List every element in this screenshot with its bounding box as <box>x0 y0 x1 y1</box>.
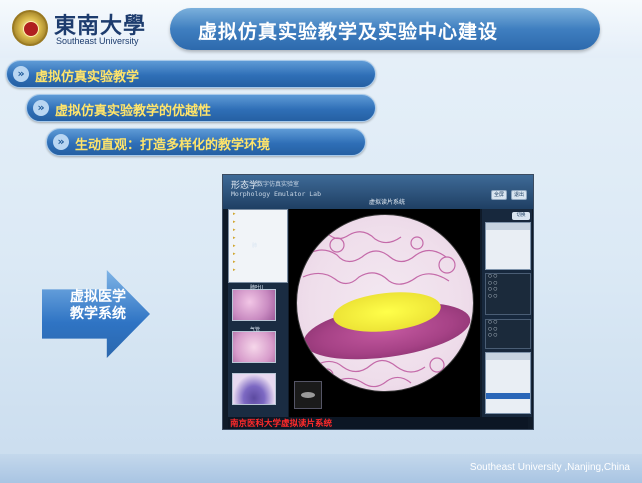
thumbnail-list <box>232 289 282 415</box>
chevron-right-icon: » <box>53 134 69 150</box>
tree-item[interactable] <box>229 250 287 258</box>
structure-list-box[interactable] <box>485 352 531 414</box>
list-item[interactable] <box>486 399 530 406</box>
control-row[interactable] <box>486 250 530 257</box>
university-logo-en: Southeast University <box>56 36 139 46</box>
app-window-title: 虚拟读片系统 <box>369 199 406 206</box>
radio-row[interactable]: ○ ○ <box>486 294 530 301</box>
tree-item[interactable] <box>229 226 287 234</box>
app-header: 形态学 数字仿真实验室 Morphology Emulator Lab 虚拟读片… <box>223 175 533 209</box>
microscope-field[interactable] <box>296 214 474 392</box>
radio-row[interactable]: ○ ○ <box>486 333 530 340</box>
footer-bar: Southeast University ,Nanjing,China <box>0 454 642 483</box>
tree-item[interactable] <box>229 210 287 218</box>
tree-item[interactable] <box>229 242 287 250</box>
mode-control-box[interactable]: ○ ○ ○ ○ ○ ○ ○ ○ <box>485 273 531 315</box>
nav-pill-level-3[interactable]: » 生动直观：打造多样化的教学环境 <box>46 128 366 156</box>
system-arrow-callout: 虚拟医学教学系统 <box>42 270 150 358</box>
tree-item[interactable] <box>229 266 287 274</box>
nav-pill-level-1[interactable]: » 虚拟仿真实验教学 <box>6 60 376 88</box>
app-logo-sub: 数字仿真实验室 <box>257 181 300 188</box>
microscope-viewer[interactable] <box>289 209 480 417</box>
chevron-right-icon: » <box>33 100 49 116</box>
header-bar: 東南大學 Southeast University 虚拟仿真实验教学及实验中心建… <box>0 0 642 58</box>
university-emblem-icon <box>12 10 48 46</box>
box-title <box>486 223 530 230</box>
nav-label: 虚拟仿真实验教学 <box>35 70 140 85</box>
tree-item[interactable] <box>229 258 287 266</box>
arrow-callout-text: 虚拟医学教学系统 <box>70 289 126 322</box>
nav-label: 生动直观：打造多样化的教学环境 <box>75 138 271 153</box>
control-panel: 切换 ○ ○ ○ ○ ○ ○ ○ ○ ○ ○ ○ ○ ○ ○ <box>482 209 532 417</box>
slide-thumbnail[interactable] <box>232 289 276 321</box>
switch-button[interactable]: 切换 <box>512 212 530 220</box>
box-title <box>486 353 530 360</box>
slide-thumbnail[interactable] <box>232 373 276 405</box>
image-control-box[interactable] <box>485 222 531 270</box>
nav-label: 虚拟仿真实验教学的优越性 <box>55 104 212 119</box>
chevron-right-icon: » <box>13 66 29 82</box>
zoom-control-box[interactable]: ○ ○ ○ ○ ○ ○ <box>485 319 531 349</box>
thumbnail-caption: 肺 <box>252 243 258 249</box>
overview-minimap[interactable] <box>294 381 322 409</box>
fullscreen-button[interactable]: 全屏 <box>491 190 507 200</box>
app-status-bar: 南京医科大学虚拟读片系统 <box>228 417 528 429</box>
system-name-label: 南京医科大学虚拟读片系统 <box>230 419 333 429</box>
virtual-slide-app-screenshot: 形态学 数字仿真实验室 Morphology Emulator Lab 虚拟读片… <box>222 174 534 430</box>
thumbnail-caption: 气管 <box>250 327 261 333</box>
tree-item[interactable] <box>229 218 287 226</box>
footer-text: Southeast University ,Nanjing,China <box>469 462 630 473</box>
thumbnail-caption: 肺叶II <box>250 285 263 291</box>
exit-button[interactable]: 退出 <box>511 190 527 200</box>
slide-thumbnail[interactable] <box>232 331 276 363</box>
app-logo-en: Morphology Emulator Lab <box>231 190 322 198</box>
tree-item[interactable] <box>229 234 287 242</box>
slide-tree[interactable] <box>228 209 288 283</box>
slide-title: 虚拟仿真实验教学及实验中心建设 <box>198 21 499 43</box>
slide-navigator: 肺 肺叶II 气管 <box>228 209 288 429</box>
nav-pill-level-2[interactable]: » 虚拟仿真实验教学的优越性 <box>26 94 376 122</box>
